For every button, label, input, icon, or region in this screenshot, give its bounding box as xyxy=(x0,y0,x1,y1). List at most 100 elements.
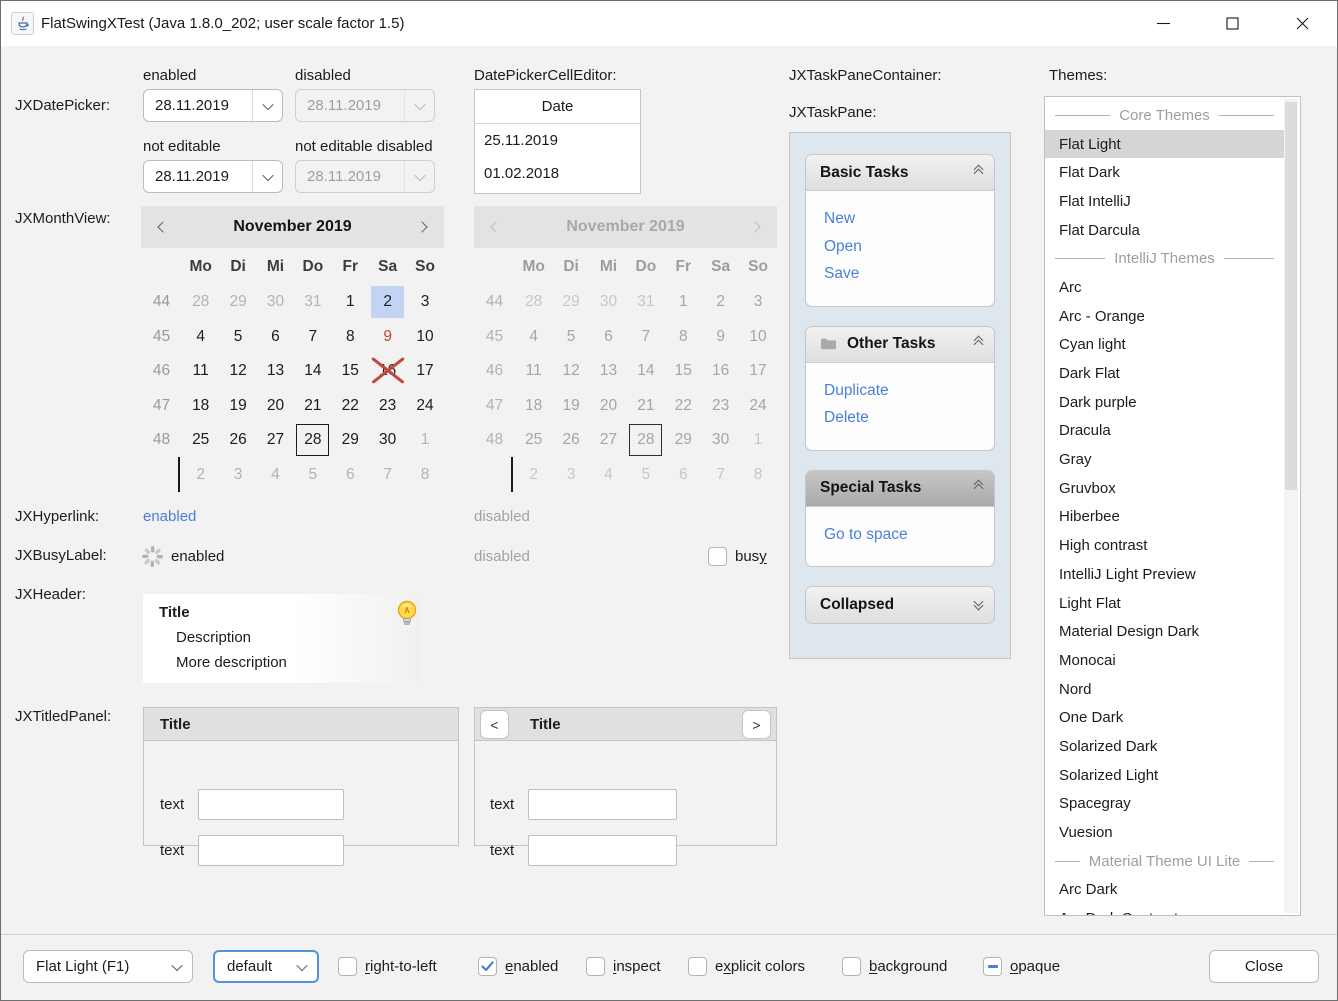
theme-item-high-contrast[interactable]: High contrast xyxy=(1045,531,1284,560)
day-cell[interactable]: 2 xyxy=(182,458,219,493)
datepicker-enabled[interactable]: 28.11.2019 xyxy=(143,89,283,122)
celleditor-table[interactable]: Date 25.11.201901.02.2018 xyxy=(474,89,641,194)
theme-item-one-dark[interactable]: One Dark xyxy=(1045,703,1284,732)
taskpane-action-open[interactable]: Open xyxy=(824,233,994,261)
minimize-button[interactable] xyxy=(1141,1,1186,46)
taskpane-action-duplicate[interactable]: Duplicate xyxy=(824,377,994,405)
day-cell[interactable]: 4 xyxy=(182,320,219,355)
day-cell[interactable]: 20 xyxy=(257,389,294,424)
day-cell[interactable]: 6 xyxy=(257,320,294,355)
day-cell[interactable]: 2 xyxy=(369,285,406,320)
day-cell[interactable]: 8 xyxy=(406,458,443,493)
day-cell[interactable]: 16 xyxy=(369,354,406,389)
taskpane-action-new[interactable]: New xyxy=(824,205,994,233)
theme-item-light-flat[interactable]: Light Flat xyxy=(1045,589,1284,618)
day-cell[interactable]: 7 xyxy=(294,320,331,355)
monthview-enabled[interactable]: November 2019MoDiMiDoFrSaSo4428293031123… xyxy=(141,206,444,492)
day-cell[interactable]: 19 xyxy=(219,389,256,424)
day-cell[interactable]: 3 xyxy=(406,285,443,320)
theme-item-nord[interactable]: Nord xyxy=(1045,675,1284,704)
checkbox-box[interactable] xyxy=(338,957,357,976)
background-checkbox[interactable]: background xyxy=(842,950,947,983)
themes-scrollbar-thumb[interactable] xyxy=(1285,102,1297,490)
table-row[interactable]: 01.02.2018 xyxy=(475,157,640,190)
opaque-checkbox[interactable]: opaque xyxy=(983,950,1060,983)
theme-item-solarized-light[interactable]: Solarized Light xyxy=(1045,761,1284,790)
collapse-chevron-icon[interactable] xyxy=(975,484,982,492)
day-cell[interactable]: 9 xyxy=(369,320,406,355)
taskpane-header[interactable]: Other Tasks xyxy=(806,327,994,363)
maximize-button[interactable] xyxy=(1210,1,1255,46)
explicit-colors-checkbox[interactable]: explicit colors xyxy=(688,950,805,983)
checkbox-box[interactable] xyxy=(586,957,605,976)
day-cell[interactable]: 22 xyxy=(332,389,369,424)
text-input-3[interactable] xyxy=(528,789,677,820)
taskpane-action-save[interactable]: Save xyxy=(824,260,994,288)
collapse-chevron-icon[interactable] xyxy=(975,169,982,177)
day-cell[interactable]: 5 xyxy=(219,320,256,355)
themes-scrollbar[interactable] xyxy=(1284,99,1298,913)
day-cell[interactable]: 8 xyxy=(332,320,369,355)
checkbox-box[interactable] xyxy=(688,957,707,976)
titledpanel-next-button[interactable]: > xyxy=(742,710,771,739)
day-cell[interactable]: 14 xyxy=(294,354,331,389)
theme-item-spacegray[interactable]: Spacegray xyxy=(1045,790,1284,819)
day-cell[interactable]: 28 xyxy=(182,285,219,320)
theme-item-solarized-dark[interactable]: Solarized Dark xyxy=(1045,732,1284,761)
inspect-checkbox[interactable]: inspect xyxy=(586,950,661,983)
prev-month-button[interactable] xyxy=(143,206,183,248)
day-cell[interactable]: 26 xyxy=(219,423,256,458)
themes-list[interactable]: Core ThemesFlat LightFlat DarkFlat Intel… xyxy=(1044,96,1301,916)
text-input-2[interactable] xyxy=(198,835,344,866)
theme-item-flat-light[interactable]: Flat Light xyxy=(1045,130,1284,159)
theme-item-intellij-light-preview[interactable]: IntelliJ Light Preview xyxy=(1045,560,1284,589)
busy-checkbox[interactable]: busy xyxy=(708,540,767,573)
day-cell[interactable]: 15 xyxy=(332,354,369,389)
day-cell[interactable]: 17 xyxy=(406,354,443,389)
next-month-button[interactable] xyxy=(402,206,442,248)
right-to-left-checkbox[interactable]: right-to-left xyxy=(338,950,437,983)
day-cell[interactable]: 31 xyxy=(294,285,331,320)
expand-chevron-icon[interactable] xyxy=(975,601,982,609)
day-cell[interactable]: 11 xyxy=(182,354,219,389)
text-input-1[interactable] xyxy=(198,789,344,820)
hyperlink-enabled[interactable]: enabled xyxy=(143,508,196,525)
checkbox-box[interactable] xyxy=(842,957,861,976)
checkbox-box[interactable] xyxy=(478,957,497,976)
day-cell[interactable]: 13 xyxy=(257,354,294,389)
day-cell[interactable]: 4 xyxy=(257,458,294,493)
taskpane-action-go-to-space[interactable]: Go to space xyxy=(824,521,994,549)
theme-item-dracula[interactable]: Dracula xyxy=(1045,417,1284,446)
day-cell[interactable]: 6 xyxy=(332,458,369,493)
theme-item-arc---orange[interactable]: Arc - Orange xyxy=(1045,302,1284,331)
theme-item-flat-darcula[interactable]: Flat Darcula xyxy=(1045,216,1284,245)
theme-item-flat-intellij[interactable]: Flat IntelliJ xyxy=(1045,187,1284,216)
theme-item-dark-flat[interactable]: Dark Flat xyxy=(1045,359,1284,388)
datepicker-not-editable[interactable]: 28.11.2019 xyxy=(143,160,283,193)
day-cell[interactable]: 29 xyxy=(332,423,369,458)
taskpane-header[interactable]: Basic Tasks xyxy=(806,155,994,191)
close-window-button[interactable] xyxy=(1280,1,1325,46)
taskpane-header[interactable]: Special Tasks xyxy=(806,471,994,507)
day-cell[interactable]: 30 xyxy=(369,423,406,458)
theme-item-flat-dark[interactable]: Flat Dark xyxy=(1045,158,1284,187)
theme-item-arc-dark-contrast[interactable]: Arc Dark Contrast xyxy=(1045,904,1284,916)
day-cell[interactable]: 28 xyxy=(294,423,331,458)
day-cell[interactable]: 1 xyxy=(332,285,369,320)
theme-item-monocai[interactable]: Monocai xyxy=(1045,646,1284,675)
text-input-4[interactable] xyxy=(528,835,677,866)
theme-item-arc-dark[interactable]: Arc Dark xyxy=(1045,876,1284,905)
theme-item-dark-purple[interactable]: Dark purple xyxy=(1045,388,1284,417)
day-cell[interactable]: 7 xyxy=(369,458,406,493)
day-cell[interactable]: 29 xyxy=(219,285,256,320)
look-and-feel-combo[interactable]: Flat Light (F1) xyxy=(23,950,193,983)
taskpane-action-delete[interactable]: Delete xyxy=(824,404,994,432)
day-cell[interactable]: 3 xyxy=(219,458,256,493)
day-cell[interactable]: 1 xyxy=(406,423,443,458)
table-row[interactable]: 25.11.2019 xyxy=(475,124,640,157)
theme-item-cyan-light[interactable]: Cyan light xyxy=(1045,331,1284,360)
theme-item-gruvbox[interactable]: Gruvbox xyxy=(1045,474,1284,503)
day-cell[interactable]: 5 xyxy=(294,458,331,493)
theme-item-gray[interactable]: Gray xyxy=(1045,445,1284,474)
day-cell[interactable]: 18 xyxy=(182,389,219,424)
